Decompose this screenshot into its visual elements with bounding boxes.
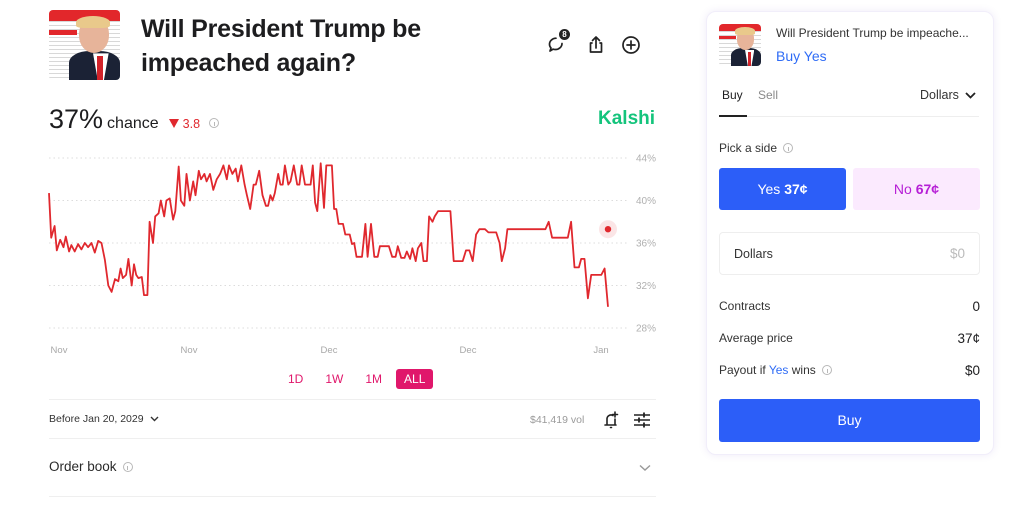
divider [49,438,656,439]
no-button[interactable]: No 67¢ [853,168,980,210]
contracts-value: 0 [972,299,980,314]
range-button-1m[interactable]: 1M [357,369,390,389]
range-button-all[interactable]: ALL [396,369,434,389]
panel-action-label: Buy Yes [776,48,827,64]
share-icon [589,36,603,53]
chevron-down-icon [965,91,976,99]
order-book-label: Order book [49,459,117,474]
chance-label: chance [107,115,159,132]
amount-placeholder: $0 [949,246,965,261]
source-logo[interactable]: Kalshi [598,108,655,130]
payout-side: Yes [768,363,789,377]
change-value: 3.8 [182,117,201,131]
panel-thumbnail [719,24,761,66]
down-triangle-icon [168,119,179,128]
info-icon[interactable] [122,461,133,472]
resolution-date-label: Before Jan 20, 2029 [49,413,144,425]
probability-change: 3.8 [168,117,201,131]
no-price: 67¢ [915,181,940,197]
contracts-row: Contracts 0 [719,299,980,314]
x-tick-label: Nov [181,345,198,356]
chevron-down-icon [150,416,159,422]
payout-value: $0 [964,363,980,378]
no-label: No [893,181,912,197]
market-title: Will President Trump be impeached again? [141,15,421,77]
pick-side-text: Pick a side [719,141,778,155]
info-icon[interactable] [783,143,794,153]
market-thumbnail [49,10,120,80]
y-tick-label: 28% [636,324,656,335]
filter-settings-button[interactable] [632,410,652,430]
add-to-watchlist-button[interactable] [620,34,642,56]
amount-input[interactable]: Dollars $0 [719,232,980,275]
average-price-label: Average price [719,331,793,345]
comments-button[interactable]: 8 [546,29,570,56]
yes-label: Yes [757,181,781,197]
buy-button[interactable]: Buy [719,399,980,442]
probability-summary: 37% chance 3.8 [49,104,220,135]
resolution-date-dropdown[interactable]: Before Jan 20, 2029 [49,413,159,425]
y-tick-label: 32% [636,281,656,292]
price-chart[interactable]: 44% 40% 36% 32% 28% Nov Nov Dec Dec Jan [40,145,670,360]
x-tick-label: Dec [321,345,338,356]
y-tick-label: 40% [636,196,656,207]
payout-label: Payout if Yes wins [719,363,833,378]
share-button[interactable] [585,34,607,56]
y-tick-label: 44% [636,154,656,165]
range-button-1w[interactable]: 1W [317,369,351,389]
active-tab-indicator [719,115,747,117]
amount-label: Dollars [734,247,773,261]
divider [49,496,656,497]
y-tick-label: 36% [636,239,656,250]
x-tick-label: Jan [593,345,608,356]
payout-row: Payout if Yes wins $0 [719,363,980,378]
yes-button[interactable]: Yes 37¢ [719,168,846,210]
yes-price: 37¢ [784,181,808,197]
order-book-toggle[interactable]: Order book [49,459,133,474]
pick-side-label: Pick a side [719,141,794,155]
x-tick-label: Dec [460,345,477,356]
x-tick-label: Nov [51,345,68,356]
plus-circle-icon [622,36,640,54]
tab-sell[interactable]: Sell [758,88,778,102]
payout-prefix: Payout if [719,363,766,377]
average-price-row: Average price 37¢ [719,331,980,346]
unit-select[interactable]: Dollars [920,88,976,102]
comments-count-badge: 8 [559,29,570,40]
add-alert-button[interactable] [601,410,621,430]
contracts-label: Contracts [719,299,771,313]
chevron-down-icon[interactable] [639,464,651,472]
info-icon[interactable] [209,118,220,128]
payout-suffix: wins [791,363,816,377]
tab-divider [719,116,979,117]
average-price-value: 37¢ [957,331,980,346]
time-range-selector: 1D 1W 1M ALL [280,369,439,389]
tab-buy[interactable]: Buy [722,88,743,102]
info-icon[interactable] [822,365,833,375]
panel-market-title: Will President Trump be impeache... [776,26,969,40]
probability-value: 37% [49,104,104,134]
range-button-1d[interactable]: 1D [280,369,311,389]
unit-select-value: Dollars [920,88,959,102]
divider [49,399,656,400]
volume-label: $41,419 vol [530,414,585,426]
current-point [604,225,612,233]
